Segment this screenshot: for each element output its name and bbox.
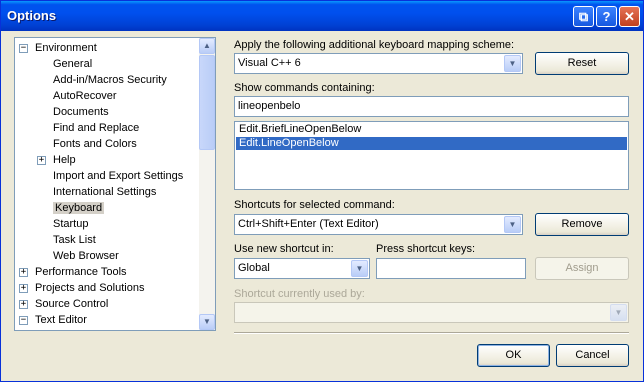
chevron-down-icon[interactable]: ▼ bbox=[504, 55, 521, 72]
chevron-down-icon[interactable]: ▼ bbox=[351, 260, 368, 277]
tree-node[interactable]: General bbox=[53, 56, 92, 72]
press-shortcut-keys-label: Press shortcut keys: bbox=[376, 243, 476, 255]
tree-node-label: General bbox=[53, 58, 93, 70]
options-dialog: Options ⧉ ? ✕ − Environment General Add-in/… bbox=[0, 0, 644, 382]
shortcuts-label: Shortcuts for selected command: bbox=[234, 199, 395, 211]
use-new-shortcut-select[interactable]: Global ▼ bbox=[234, 258, 370, 279]
tree-node[interactable]: Keyboard bbox=[53, 200, 105, 216]
tree-node[interactable]: + Projects and Solutions bbox=[19, 280, 145, 296]
ok-button[interactable]: OK bbox=[477, 344, 550, 367]
expand-icon[interactable]: + bbox=[19, 268, 28, 277]
window-title: Options bbox=[7, 8, 57, 23]
mapping-scheme-select[interactable]: Visual C++ 6 ▼ bbox=[234, 53, 523, 74]
tree-node[interactable]: + Source Control bbox=[19, 296, 109, 312]
tree-node-label: Documents bbox=[53, 106, 109, 118]
chevron-down-icon[interactable]: ▼ bbox=[504, 216, 521, 233]
tree-node-label: Import and Export Settings bbox=[53, 170, 184, 182]
tree-node-label: Performance Tools bbox=[35, 266, 127, 278]
tree-node[interactable]: Fonts and Colors bbox=[53, 136, 137, 152]
tree-node-label: Help bbox=[53, 154, 76, 166]
scroll-down-icon[interactable]: ▼ bbox=[199, 314, 215, 330]
tree-node-label: Environment bbox=[35, 42, 97, 54]
tree-node-label: Startup bbox=[53, 218, 89, 230]
window-menu-icon[interactable]: ⧉ bbox=[573, 6, 594, 27]
divider bbox=[234, 332, 629, 334]
collapse-icon[interactable]: − bbox=[19, 316, 28, 325]
scroll-thumb[interactable] bbox=[199, 55, 215, 150]
expand-icon[interactable]: + bbox=[37, 156, 46, 165]
help-button[interactable]: ? bbox=[596, 6, 617, 27]
tree-scrollbar[interactable]: ▲ ▼ bbox=[199, 38, 215, 330]
cancel-button[interactable]: Cancel bbox=[556, 344, 629, 367]
tree-node[interactable]: Add-in/Macros Security bbox=[53, 72, 167, 88]
close-button[interactable]: ✕ bbox=[619, 6, 640, 27]
expand-icon[interactable]: + bbox=[19, 300, 28, 309]
tree-node[interactable]: AutoRecover bbox=[53, 88, 117, 104]
tree-node-label: Source Control bbox=[35, 298, 109, 310]
tree-node[interactable]: Documents bbox=[53, 104, 109, 120]
commands-filter-label: Show commands containing: bbox=[234, 82, 375, 94]
options-tree[interactable]: − Environment General Add-in/Macros Securit… bbox=[14, 37, 216, 331]
commands-list-items: Edit.BriefLineOpenBelow Edit.LineOpenBelo… bbox=[235, 123, 628, 150]
command-list-item[interactable]: Edit.LineOpenBelow bbox=[236, 137, 627, 150]
scroll-up-icon[interactable]: ▲ bbox=[199, 38, 215, 54]
reset-button[interactable]: Reset bbox=[535, 52, 629, 75]
tree-node[interactable]: + Performance Tools bbox=[19, 264, 127, 280]
tree-node[interactable]: Task List bbox=[53, 232, 96, 248]
tree-node-label: Add-in/Macros Security bbox=[53, 74, 167, 86]
shortcuts-select[interactable]: Ctrl+Shift+Enter (Text Editor) ▼ bbox=[234, 214, 523, 235]
currently-used-label: Shortcut currently used by: bbox=[234, 288, 365, 300]
tree-node-label: AutoRecover bbox=[53, 90, 117, 102]
tree-node[interactable]: Find and Replace bbox=[53, 120, 139, 136]
expand-icon[interactable]: + bbox=[19, 284, 28, 293]
tree-node-label: Web Browser bbox=[53, 250, 119, 262]
tree-node-label: Projects and Solutions bbox=[35, 282, 145, 294]
tree-node-label: Find and Replace bbox=[53, 122, 140, 134]
tree-node[interactable]: Import and Export Settings bbox=[53, 168, 183, 184]
chevron-down-icon[interactable]: ▼ bbox=[610, 304, 627, 321]
tree-node-label: International Settings bbox=[53, 186, 157, 198]
mapping-scheme-value: Visual C++ 6 bbox=[238, 57, 301, 69]
tree-node[interactable]: − Environment bbox=[19, 40, 97, 56]
currently-used-select[interactable]: ▼ bbox=[234, 302, 629, 323]
command-list-item[interactable]: Edit.BriefLineOpenBelow bbox=[236, 123, 627, 136]
use-new-shortcut-label: Use new shortcut in: bbox=[234, 243, 334, 255]
use-new-shortcut-value: Global bbox=[238, 262, 270, 274]
tree-node[interactable]: − Text Editor bbox=[19, 312, 87, 328]
tree-node[interactable]: International Settings bbox=[53, 184, 156, 200]
tree-node-label: Text Editor bbox=[35, 314, 87, 326]
title-bar[interactable]: Options ⧉ ? ✕ bbox=[1, 1, 643, 31]
tree-node-label: Fonts and Colors bbox=[53, 138, 137, 150]
commands-list[interactable]: Edit.BriefLineOpenBelow Edit.LineOpenBelo… bbox=[234, 121, 629, 190]
commands-filter-input[interactable]: lineopenbelo bbox=[234, 96, 629, 117]
tree-node[interactable]: Web Browser bbox=[53, 248, 119, 264]
collapse-icon[interactable]: − bbox=[19, 44, 28, 53]
tree-node[interactable]: Startup bbox=[53, 216, 88, 232]
tree-node[interactable]: + Help bbox=[37, 152, 76, 168]
remove-button[interactable]: Remove bbox=[535, 213, 629, 236]
tree-node-label: Keyboard bbox=[53, 202, 105, 214]
shortcuts-value: Ctrl+Shift+Enter (Text Editor) bbox=[238, 218, 379, 230]
mapping-scheme-label: Apply the following additional keyboard … bbox=[234, 39, 515, 51]
assign-button[interactable]: Assign bbox=[535, 257, 629, 280]
press-shortcut-keys-input[interactable] bbox=[376, 258, 526, 279]
tree-node-label: Task List bbox=[53, 234, 96, 246]
